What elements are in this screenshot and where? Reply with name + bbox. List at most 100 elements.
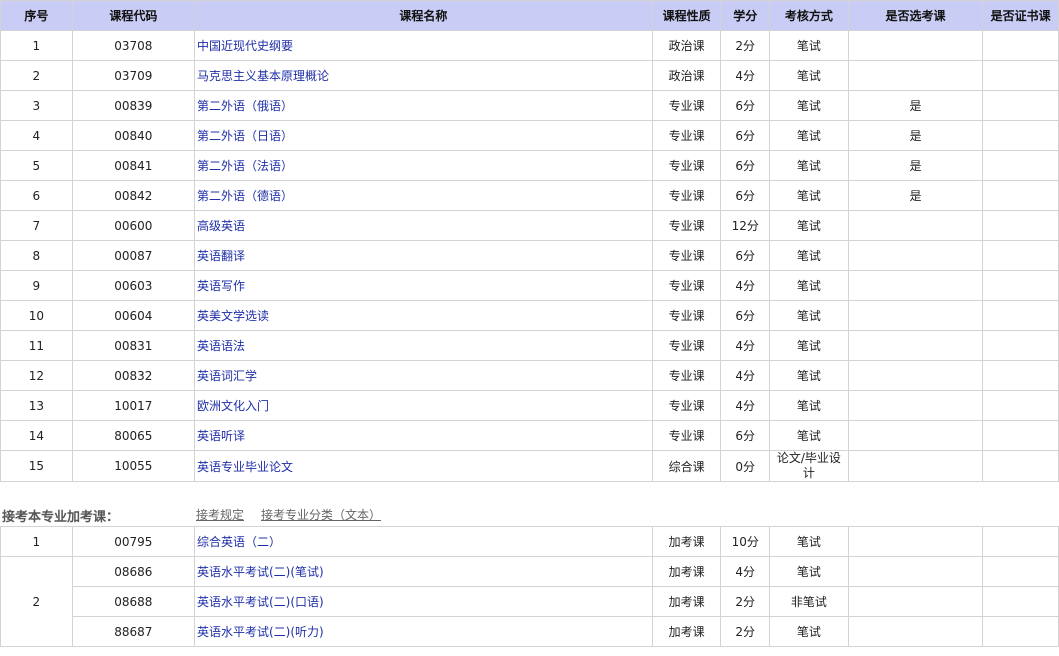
cell-cert [982,180,1059,211]
cell-code: 03709 [71,60,196,91]
cell-name: 英语水平考试(二)(口语) [194,586,653,617]
cell-type: 专业课 [651,330,722,361]
cell-credit: 10分 [720,526,770,557]
table-row: 12 00832 英语词汇学 专业课 4分 笔试 [0,360,1059,391]
table-row: 14 80065 英语听译 专业课 6分 笔试 [0,420,1059,451]
course-name-link[interactable]: 英语翻译 [197,249,245,263]
cell-credit: 4分 [720,360,770,391]
cell-type: 加考课 [651,586,722,617]
cell-exam: 笔试 [768,150,849,181]
cell-code: 00842 [71,180,196,211]
cell-no: 11 [0,330,73,361]
cell-elective [847,30,984,61]
cell-no: 5 [0,150,73,181]
cell-cert [982,210,1059,241]
cell-elective [847,330,984,361]
cell-name: 英语听译 [194,420,653,451]
cell-no: 1 [0,30,73,61]
course-name-link[interactable]: 综合英语（二） [197,535,281,549]
cell-cert [982,30,1059,61]
cell-elective [847,270,984,301]
cell-exam: 笔试 [768,240,849,271]
cell-type: 专业课 [651,90,722,121]
course-name-link[interactable]: 英语听译 [197,429,245,443]
cell-no: 13 [0,390,73,421]
course-name-link[interactable]: 英语水平考试(二)(听力) [197,625,324,639]
cell-credit: 6分 [720,300,770,331]
cell-cert [982,300,1059,331]
cell-exam: 笔试 [768,360,849,391]
course-name-link[interactable]: 英语水平考试(二)(笔试) [197,565,324,579]
table-row: 08688 英语水平考试(二)(口语) 加考课 2分 非笔试 [1,586,1059,617]
cell-cert [982,420,1059,451]
cell-name: 英语水平考试(二)(听力) [194,616,653,647]
cell-cert [982,556,1059,587]
course-name-link[interactable]: 英语专业毕业论文 [197,460,293,474]
cell-elective [847,616,984,647]
extra-section-title: 接考本专业加考课： [2,510,120,525]
cell-no: 10 [0,300,73,331]
cell-no: 2 [0,60,73,91]
header-type: 课程性质 [651,0,722,31]
table-row: 88687 英语水平考试(二)(听力) 加考课 2分 笔试 [1,616,1059,647]
course-name-link[interactable]: 英语词汇学 [197,369,257,383]
cell-name: 英语翻译 [194,240,653,271]
cell-type: 政治课 [651,30,722,61]
course-table-body: 1 03708 中国近现代史纲要 政治课 2分 笔试 2 03709 马克思主义基本原理概论 政治… [0,30,1059,482]
cell-exam: 笔试 [768,556,849,587]
cell-elective [847,300,984,331]
header-elective: 是否选考课 [847,0,984,31]
course-name-link[interactable]: 英美文学选读 [197,309,269,323]
cell-name: 英语词汇学 [194,360,653,391]
cell-type: 综合课 [651,450,722,482]
extra-section-header: 接考本专业加考课： 接考规定 接考专业分类（文本） [0,482,1059,526]
cell-credit: 2分 [720,30,770,61]
course-name-link[interactable]: 马克思主义基本原理概论 [197,69,329,83]
cell-name: 英语写作 [194,270,653,301]
header-cert: 是否证书课 [982,0,1059,31]
course-name-link[interactable]: 中国近现代史纲要 [197,39,293,53]
cell-credit: 2分 [720,586,770,617]
table-row: 1 03708 中国近现代史纲要 政治课 2分 笔试 [0,30,1059,61]
cell-cert [982,616,1059,647]
cell-exam: 笔试 [768,180,849,211]
cell-type: 加考课 [651,616,722,647]
cell-credit: 6分 [720,240,770,271]
cell-credit: 6分 [720,180,770,211]
cell-code: 00087 [71,240,196,271]
table-row: 10 00604 英美文学选读 专业课 6分 笔试 [0,300,1059,331]
cell-code: 00840 [71,120,196,151]
table-header-row: 序号 课程代码 课程名称 课程性质 学分 考核方式 是否选考课 是否证书课 [0,0,1059,31]
cell-code: 10017 [71,390,196,421]
course-name-link[interactable]: 英语写作 [197,279,245,293]
cell-type: 专业课 [651,240,722,271]
cell-elective [847,390,984,421]
cell-name: 第二外语（日语） [194,120,653,151]
course-name-link[interactable]: 第二外语（法语） [197,159,293,173]
cell-credit: 0分 [720,450,770,482]
cell-cert [982,150,1059,181]
cell-credit: 6分 [720,120,770,151]
cell-type: 加考课 [651,526,722,557]
course-name-link[interactable]: 第二外语（俄语） [197,99,293,113]
cell-cert [982,240,1059,271]
course-name-link[interactable]: 英语水平考试(二)(口语) [197,595,324,609]
cell-credit: 4分 [720,60,770,91]
cell-type: 专业课 [651,270,722,301]
cell-exam: 笔试 [768,616,849,647]
course-name-link[interactable]: 第二外语（德语） [197,189,293,203]
course-name-link[interactable]: 第二外语（日语） [197,129,293,143]
major-classification-link[interactable]: 接考专业分类（文本） [261,506,381,523]
cell-elective: 是 [847,120,984,151]
course-name-link[interactable]: 欧洲文化入门 [197,399,269,413]
course-name-link[interactable]: 英语语法 [197,339,245,353]
cell-cert [982,526,1059,557]
cell-elective [847,586,984,617]
course-name-link[interactable]: 高级英语 [197,219,245,233]
cell-name: 高级英语 [194,210,653,241]
cell-code: 00839 [71,90,196,121]
cell-code: 00600 [71,210,196,241]
exam-rules-link[interactable]: 接考规定 [196,506,244,523]
cell-exam: 非笔试 [768,586,849,617]
cell-no: 15 [0,450,73,482]
